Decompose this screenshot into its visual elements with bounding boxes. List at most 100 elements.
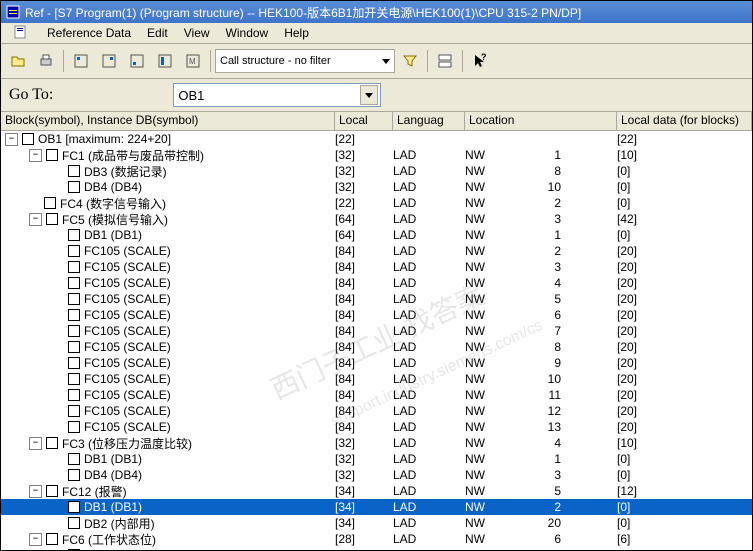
chevron-down-icon <box>382 59 390 64</box>
svg-text:?: ? <box>481 53 487 62</box>
table-row[interactable]: FC105 (SCALE)[84]LADNW8[20] <box>1 339 752 355</box>
cell-localdata: [10] <box>617 148 752 162</box>
table-row[interactable]: FC105 (SCALE)[84]LADNW9[20] <box>1 355 752 371</box>
table-row[interactable]: DB1 (DB1)[34]LADNW2[0] <box>1 499 752 515</box>
header-localdata[interactable]: Local data (for blocks) <box>617 112 752 130</box>
table-row[interactable]: −FC1 (成品带与废品带控制)[32]LADNW1[10] <box>1 147 752 163</box>
goto-combo[interactable]: OB1 <box>173 83 381 107</box>
tree-spacer <box>53 470 64 481</box>
tb-icon-1[interactable] <box>68 48 94 74</box>
cell-local: [84] <box>335 340 393 354</box>
header-local[interactable]: Local <box>335 112 393 130</box>
block-label: FC105 (SCALE) <box>84 388 171 402</box>
block-icon <box>68 517 80 529</box>
menu-edit[interactable]: Edit <box>139 25 176 41</box>
table-row[interactable]: FC105 (SCALE)[84]LADNW10[20] <box>1 371 752 387</box>
table-row[interactable]: DB4 (DB4)[32]LADNW3[0] <box>1 467 752 483</box>
header-location[interactable]: Location <box>465 112 617 130</box>
tree-spacer <box>53 182 64 193</box>
menu-window[interactable]: Window <box>218 25 277 41</box>
cell-local: [64] <box>335 212 393 226</box>
cell-location: NW8 <box>465 164 617 178</box>
block-label: FC5 (模拟信号输入) <box>62 211 168 228</box>
cell-location: NW4 <box>465 436 617 450</box>
cell-localdata: [22] <box>617 132 752 146</box>
cell-language: LAD <box>393 548 465 550</box>
tree-grid[interactable]: 西门子工业 找答案 support.industry.siemens.com/c… <box>1 131 752 550</box>
menu-view[interactable]: View <box>176 25 218 41</box>
table-row[interactable]: FC105 (SCALE)[84]LADNW7[20] <box>1 323 752 339</box>
menu-help[interactable]: Help <box>276 25 317 41</box>
block-label: FC4 (数字信号输入) <box>60 195 166 212</box>
table-row[interactable]: −OB1 [maximum: 224+20][22][22] <box>1 131 752 147</box>
cell-language: LAD <box>393 228 465 242</box>
collapse-icon[interactable]: − <box>29 533 42 546</box>
toolbar: M Call structure - no filter ? <box>1 44 752 79</box>
cell-local: [84] <box>335 372 393 386</box>
table-row[interactable]: FC105 (SCALE)[84]LADNW3[20] <box>1 259 752 275</box>
title-bar[interactable]: Ref - [S7 Program(1) (Program structure)… <box>1 1 752 23</box>
tb-icon-3[interactable] <box>124 48 150 74</box>
table-row[interactable]: FC105 (SCALE)[84]LADNW2[20] <box>1 243 752 259</box>
cell-language: LAD <box>393 420 465 434</box>
cell-language: LAD <box>393 196 465 210</box>
header-language[interactable]: Languag <box>393 112 465 130</box>
collapse-icon[interactable]: − <box>29 437 42 450</box>
table-row[interactable]: FC105 (SCALE)[84]LADNW5[20] <box>1 291 752 307</box>
cell-location: NW1 <box>465 228 617 242</box>
table-row[interactable]: −FC3 (位移压力温度比较)[32]LADNW4[10] <box>1 435 752 451</box>
chevron-down-icon[interactable] <box>360 85 378 105</box>
block-icon <box>68 245 80 257</box>
menu-reference-data[interactable]: Reference Data <box>39 25 139 41</box>
cell-localdata: [0] <box>617 180 752 194</box>
block-icon <box>68 373 80 385</box>
block-icon <box>68 165 80 177</box>
tree-spacer <box>53 230 64 241</box>
table-row[interactable]: DB1 (DB1)[28]LADNW1[0] <box>1 547 752 550</box>
cell-localdata: [0] <box>617 516 752 530</box>
table-row[interactable]: FC4 (数字信号输入)[22]LADNW2[0] <box>1 195 752 211</box>
cell-language: LAD <box>393 292 465 306</box>
table-row[interactable]: FC105 (SCALE)[84]LADNW6[20] <box>1 307 752 323</box>
block-label: FC3 (位移压力温度比较) <box>62 435 192 452</box>
block-icon <box>68 229 80 241</box>
header-block[interactable]: Block(symbol), Instance DB(symbol) <box>1 112 335 130</box>
collapse-icon[interactable]: − <box>29 149 42 162</box>
filter-apply-button[interactable] <box>397 48 423 74</box>
svg-text:M: M <box>189 57 196 66</box>
app-window: Ref - [S7 Program(1) (Program structure)… <box>0 0 753 551</box>
tb-icon-2[interactable] <box>96 48 122 74</box>
table-row[interactable]: −FC6 (工作状态位)[28]LADNW6[6] <box>1 531 752 547</box>
cell-location: NW2 <box>465 196 617 210</box>
table-row[interactable]: −FC12 (报警)[34]LADNW5[12] <box>1 483 752 499</box>
window-toggle-button[interactable] <box>432 48 458 74</box>
tb-icon-5[interactable]: M <box>180 48 206 74</box>
table-row[interactable]: FC105 (SCALE)[84]LADNW12[20] <box>1 403 752 419</box>
tb-icon-4[interactable] <box>152 48 178 74</box>
table-row[interactable]: FC105 (SCALE)[84]LADNW11[20] <box>1 387 752 403</box>
table-row[interactable]: FC105 (SCALE)[84]LADNW4[20] <box>1 275 752 291</box>
collapse-icon[interactable]: − <box>29 485 42 498</box>
cell-local: [84] <box>335 292 393 306</box>
table-row[interactable]: DB2 (内部用)[34]LADNW20[0] <box>1 515 752 531</box>
table-row[interactable]: DB4 (DB4)[32]LADNW10[0] <box>1 179 752 195</box>
cell-language: LAD <box>393 324 465 338</box>
block-label: FC105 (SCALE) <box>84 340 171 354</box>
filter-combo[interactable]: Call structure - no filter <box>215 49 395 73</box>
table-row[interactable]: FC105 (SCALE)[84]LADNW13[20] <box>1 419 752 435</box>
cell-language: LAD <box>393 484 465 498</box>
open-button[interactable] <box>5 48 31 74</box>
cell-location: NW10 <box>465 180 617 194</box>
table-row[interactable]: −FC5 (模拟信号输入)[64]LADNW3[42] <box>1 211 752 227</box>
block-icon <box>68 261 80 273</box>
table-row[interactable]: DB1 (DB1)[64]LADNW1[0] <box>1 227 752 243</box>
table-row[interactable]: DB3 (数据记录)[32]LADNW8[0] <box>1 163 752 179</box>
collapse-icon[interactable]: − <box>29 213 42 226</box>
table-row[interactable]: DB1 (DB1)[32]LADNW1[0] <box>1 451 752 467</box>
help-pointer-button[interactable]: ? <box>467 48 493 74</box>
collapse-icon[interactable]: − <box>5 133 18 146</box>
block-icon <box>46 149 58 161</box>
cell-local: [32] <box>335 180 393 194</box>
print-button[interactable] <box>33 48 59 74</box>
cell-language: LAD <box>393 356 465 370</box>
